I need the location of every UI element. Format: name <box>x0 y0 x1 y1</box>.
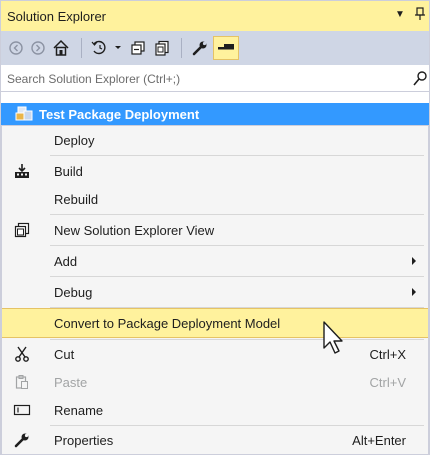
scissors-icon <box>12 344 32 364</box>
back-button[interactable] <box>6 36 26 60</box>
wrench-icon <box>12 430 32 450</box>
mouse-pointer-icon <box>322 320 348 361</box>
menu-item-debug[interactable]: Debug <box>2 278 428 306</box>
new-view-icon <box>12 220 32 240</box>
menu-item-build[interactable]: Build <box>2 157 428 185</box>
menu-item-shortcut: Ctrl+X <box>369 346 406 362</box>
menu-separator <box>50 155 424 156</box>
menu-item-label: New Solution Explorer View <box>54 222 215 238</box>
menu-item-rename[interactable]: Rename <box>2 396 428 424</box>
pin-icon[interactable] <box>413 7 427 23</box>
menu-item-shortcut: Alt+Enter <box>352 432 406 448</box>
menu-item-rebuild[interactable]: Rebuild <box>2 185 428 213</box>
title-bar: Solution Explorer ▼ <box>1 1 429 31</box>
context-menu: Deploy Build Rebuild New Solution Explor… <box>1 125 429 455</box>
menu-item-new-solution-explorer-view[interactable]: New Solution Explorer View <box>2 216 428 244</box>
menu-item-convert-to-package-deployment-model[interactable]: Convert to Package Deployment Model <box>2 308 428 338</box>
forward-button[interactable] <box>28 36 48 60</box>
menu-item-label: Rebuild <box>54 191 99 207</box>
search-box[interactable] <box>1 66 429 92</box>
history-icon <box>91 40 121 55</box>
search-icon[interactable] <box>413 71 427 92</box>
search-input[interactable] <box>1 71 401 86</box>
menu-item-label: Convert to Package Deployment Model <box>54 315 281 331</box>
integration-services-project-icon <box>15 106 33 122</box>
menu-item-paste[interactable]: Paste Ctrl+V <box>2 368 428 396</box>
toolbar <box>1 31 429 65</box>
build-icon <box>12 161 32 181</box>
menu-item-label: Deploy <box>54 132 95 148</box>
properties-toolbar-button[interactable] <box>188 36 212 60</box>
forward-arrow-icon <box>31 41 45 55</box>
menu-item-label: Build <box>54 163 83 179</box>
dropdown-arrow-icon[interactable]: ▼ <box>393 7 407 23</box>
paste-icon <box>12 372 32 392</box>
pending-changes-button[interactable] <box>89 36 125 60</box>
toolbar-separator <box>181 38 182 58</box>
preview-selected-icon <box>218 44 234 50</box>
window-title: Solution Explorer <box>7 8 106 24</box>
home-icon <box>53 39 69 56</box>
back-arrow-icon <box>9 41 23 55</box>
menu-separator <box>50 214 424 215</box>
show-all-files-icon <box>155 40 169 56</box>
toolbar-separator <box>81 38 82 58</box>
menu-item-label: Cut <box>54 346 75 362</box>
menu-item-label: Debug <box>54 284 93 300</box>
submenu-arrow-icon <box>412 288 416 296</box>
menu-item-label: Add <box>54 253 78 269</box>
tree-node-project[interactable]: Test Package Deployment <box>1 103 429 125</box>
menu-item-label: Paste <box>54 374 88 390</box>
menu-item-properties[interactable]: Properties Alt+Enter <box>2 426 428 454</box>
project-name: Test Package Deployment <box>39 106 200 122</box>
menu-item-label: Rename <box>54 402 104 418</box>
menu-separator <box>50 276 424 277</box>
collapse-all-icon <box>131 41 145 55</box>
preview-selected-button[interactable] <box>213 36 239 60</box>
home-button[interactable] <box>50 36 72 60</box>
menu-item-shortcut: Ctrl+V <box>369 374 406 390</box>
menu-item-deploy[interactable]: Deploy <box>2 126 428 154</box>
rename-icon <box>12 400 32 420</box>
menu-item-cut[interactable]: Cut Ctrl+X <box>2 340 428 368</box>
wrench-icon <box>192 41 207 56</box>
collapse-all-button[interactable] <box>127 36 149 60</box>
submenu-arrow-icon <box>412 257 416 265</box>
menu-item-label: Properties <box>54 432 114 448</box>
menu-item-add[interactable]: Add <box>2 247 428 275</box>
menu-separator <box>50 245 424 246</box>
show-all-files-button[interactable] <box>151 36 173 60</box>
